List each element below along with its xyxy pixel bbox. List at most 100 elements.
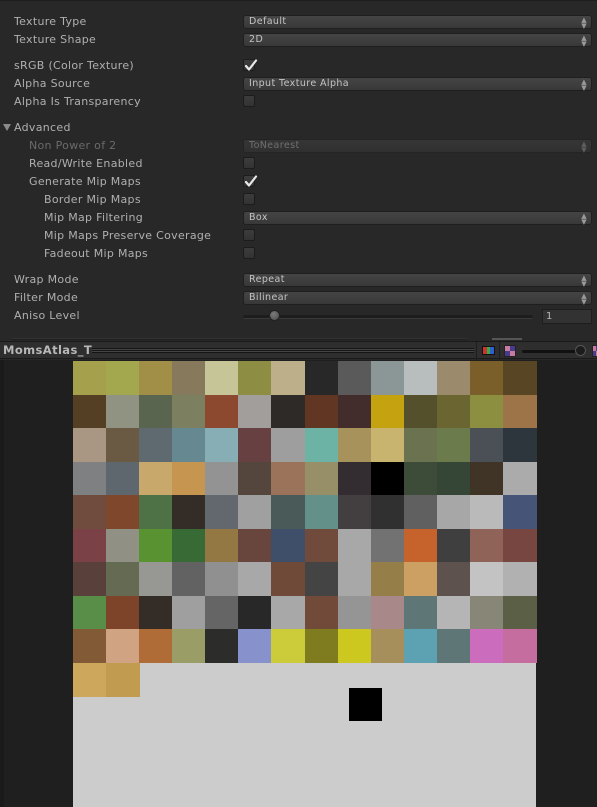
non-power-of-2-dropdown: ToNearest ▲ ▼ [243,139,592,154]
wrap-mode-value: Repeat [249,274,285,285]
texture-cell [205,629,240,663]
texture-cell [139,394,174,429]
texture-cell [337,394,372,429]
texture-cell [370,361,405,395]
texture-cell [106,562,141,596]
fadeout-mip-maps-checkbox[interactable] [243,247,255,259]
advanced-foldout[interactable]: Advanced [0,120,597,136]
texture-atlas-preview [73,361,537,807]
texture-cell [271,562,306,596]
dropdown-arrows-icon: ▲ ▼ [581,78,587,92]
texture-cell [436,428,471,462]
texture-cell [502,528,537,563]
texture-cell [436,629,471,663]
texture-cell [436,495,471,529]
texture-cell [238,495,273,529]
texture-cell [469,428,504,462]
dropdown-arrows-icon: ▲ ▼ [581,212,587,226]
preserve-coverage-checkbox[interactable] [243,229,255,241]
texture-cell [172,361,207,395]
texture-cell [469,528,504,563]
mip-map-filtering-value: Box [249,212,268,223]
wrap-mode-row: Wrap Mode Repeat ▲ ▼ [0,272,597,288]
texture-cell [73,662,107,697]
texture-cell [403,495,438,529]
texture-cell [73,428,107,462]
aniso-level-field[interactable]: 1 [542,309,592,324]
texture-cell [172,428,207,462]
texture-cell [139,595,174,630]
texture-cell [106,428,141,462]
preview-header[interactable]: MomsAtlas_T [0,341,597,360]
texture-cell [304,495,339,529]
texture-cell [205,461,240,496]
texture-cell [436,394,471,429]
border-mip-maps-label: Border Mip Maps [44,193,141,206]
texture-cell [304,595,339,630]
read-write-checkbox[interactable] [243,157,255,169]
filter-mode-dropdown[interactable]: Bilinear ▲ ▼ [243,291,592,306]
texture-cell [139,528,174,563]
generate-mip-maps-checkbox[interactable] [243,175,258,187]
texture-cell [172,595,207,630]
border-mip-maps-row: Border Mip Maps [0,192,597,208]
aniso-level-slider[interactable] [243,315,533,319]
texture-cell [337,428,372,462]
texture-cell [238,562,273,596]
texture-cell [502,428,537,462]
texture-cell [304,361,339,395]
mip-map-filtering-dropdown[interactable]: Box ▲ ▼ [243,211,592,226]
texture-cell [337,495,372,529]
srgb-checkbox[interactable] [243,59,258,71]
alpha-is-transparency-label: Alpha Is Transparency [14,95,141,108]
texture-cell [370,629,405,663]
generate-mip-maps-label: Generate Mip Maps [29,175,141,188]
dropdown-arrows-icon: ▲ ▼ [581,16,587,30]
mip-level-slider[interactable] [522,350,582,353]
alpha-source-row: Alpha Source Input Texture Alpha ▲ ▼ [0,76,597,92]
texture-cell [403,528,438,563]
texture-cell [436,528,471,563]
rgb-channel-icon[interactable] [482,346,495,355]
texture-cell [172,461,207,496]
texture-cell [106,495,141,529]
texture-cell [73,495,107,529]
texture-cell [370,562,405,596]
border-mip-maps-checkbox[interactable] [243,193,255,205]
texture-cell [139,562,174,596]
alpha-checker-icon[interactable] [504,345,516,357]
read-write-row: Read/Write Enabled [0,156,597,172]
texture-cell [469,394,504,429]
inspector-scrollbar[interactable] [492,338,522,340]
texture-cell [469,562,504,596]
texture-cell [469,361,504,395]
foldout-expanded-icon[interactable] [3,124,11,131]
mip-level-slider-thumb[interactable] [575,345,586,356]
texture-cell [205,562,240,596]
preview-resize-handle[interactable] [92,348,474,353]
alpha-is-transparency-checkbox[interactable] [243,95,255,107]
texture-type-dropdown[interactable]: Default ▲ ▼ [243,15,592,30]
texture-cell [238,629,273,663]
mip-checker-icon[interactable] [592,345,597,357]
alpha-source-dropdown[interactable]: Input Texture Alpha ▲ ▼ [243,77,592,92]
wrap-mode-dropdown[interactable]: Repeat ▲ ▼ [243,273,592,288]
texture-shape-row: Texture Shape 2D ▲ ▼ [0,32,597,48]
advanced-label[interactable]: Advanced [14,121,71,134]
alpha-is-transparency-row: Alpha Is Transparency [0,94,597,110]
texture-cell [469,461,504,496]
srgb-label: sRGB (Color Texture) [14,59,135,72]
texture-cell [73,562,107,596]
texture-cell [205,528,240,563]
texture-cell [502,361,537,395]
texture-cell [469,629,504,663]
aniso-level-slider-thumb[interactable] [269,310,281,321]
texture-cell [106,394,141,429]
texture-cell [73,528,107,563]
texture-cell [436,562,471,596]
texture-cell [502,629,537,663]
texture-cell [205,595,240,630]
texture-cell [337,361,372,395]
dropdown-arrows-icon: ▲ ▼ [581,274,587,288]
texture-shape-dropdown[interactable]: 2D ▲ ▼ [243,33,592,48]
